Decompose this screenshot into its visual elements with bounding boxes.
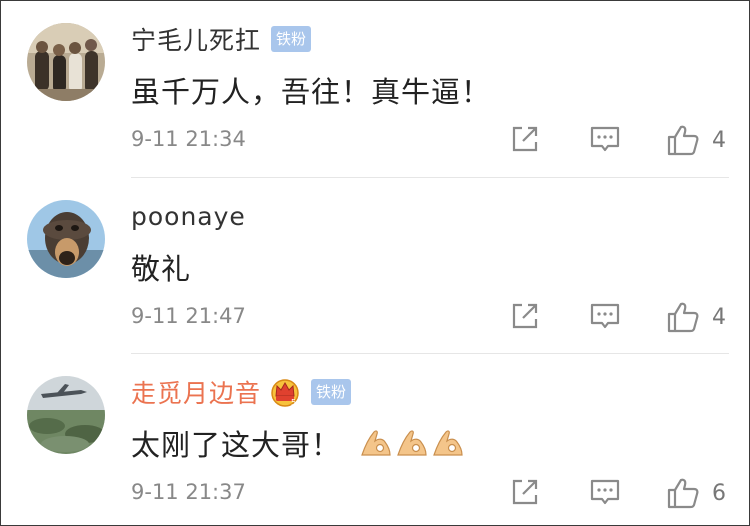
- like-count: 6: [712, 480, 726, 506]
- ok-hand-emoji: [361, 430, 391, 456]
- like-button[interactable]: 4: [666, 300, 726, 334]
- username[interactable]: 宁毛儿死扛: [131, 21, 261, 57]
- comment-icon: [590, 303, 620, 329]
- username[interactable]: 走觅月边音: [131, 374, 261, 410]
- avatar[interactable]: [27, 23, 105, 101]
- comment-button[interactable]: [589, 476, 621, 508]
- comment-item: 宁毛儿死扛 铁粉 虽千万人，吾往！真牛逼！ 9-11 21:34 4: [1, 1, 749, 177]
- comment-icon: [590, 126, 620, 152]
- comment-button[interactable]: [589, 123, 621, 155]
- repost-icon: [512, 479, 538, 505]
- like-icon: [667, 302, 699, 333]
- crown-icon: 5: [271, 379, 299, 407]
- comment-item: 走觅月边音 5 铁粉 太刚了这大哥！ 9-11 21:37 6: [1, 354, 749, 525]
- comment-text: 太刚了这大哥！: [131, 428, 342, 462]
- repost-button[interactable]: [509, 300, 541, 332]
- name-row: 宁毛儿死扛 铁粉: [131, 19, 312, 59]
- comment-list: 宁毛儿死扛 铁粉 虽千万人，吾往！真牛逼！ 9-11 21:34 4 poona…: [0, 0, 750, 526]
- like-count: 4: [712, 304, 726, 330]
- comment-text: 虽千万人，吾往！真牛逼！: [131, 75, 492, 109]
- comment-text: 敬礼: [131, 252, 192, 286]
- repost-icon: [512, 126, 538, 152]
- fan-badge[interactable]: 铁粉: [311, 379, 352, 405]
- like-count: 4: [712, 127, 726, 153]
- like-icon: [667, 125, 699, 156]
- repost-button[interactable]: [509, 476, 541, 508]
- like-button[interactable]: 6: [666, 476, 726, 510]
- timestamp: 9-11 21:47: [131, 304, 246, 328]
- like-button[interactable]: 4: [666, 123, 726, 157]
- timestamp: 9-11 21:37: [131, 480, 246, 504]
- comment-icon: [590, 479, 620, 505]
- repost-button[interactable]: [509, 123, 541, 155]
- avatar[interactable]: [27, 376, 105, 454]
- repost-icon: [512, 303, 538, 329]
- name-row: poonaye: [131, 196, 246, 236]
- fan-badge[interactable]: 铁粉: [271, 26, 312, 52]
- like-icon: [667, 478, 699, 509]
- name-row: 走觅月边音 5 铁粉: [131, 372, 352, 412]
- timestamp: 9-11 21:34: [131, 127, 246, 151]
- comment-text-row: 太刚了这大哥！: [131, 422, 465, 464]
- emoji-row: [359, 428, 465, 458]
- ok-hand-emoji: [433, 430, 463, 456]
- ok-hand-emoji: [397, 430, 427, 456]
- avatar[interactable]: [27, 200, 105, 278]
- username[interactable]: poonaye: [131, 202, 246, 231]
- comment-item: poonaye 敬礼 9-11 21:47 4: [1, 178, 749, 354]
- svg-text:5: 5: [291, 398, 296, 407]
- comment-button[interactable]: [589, 300, 621, 332]
